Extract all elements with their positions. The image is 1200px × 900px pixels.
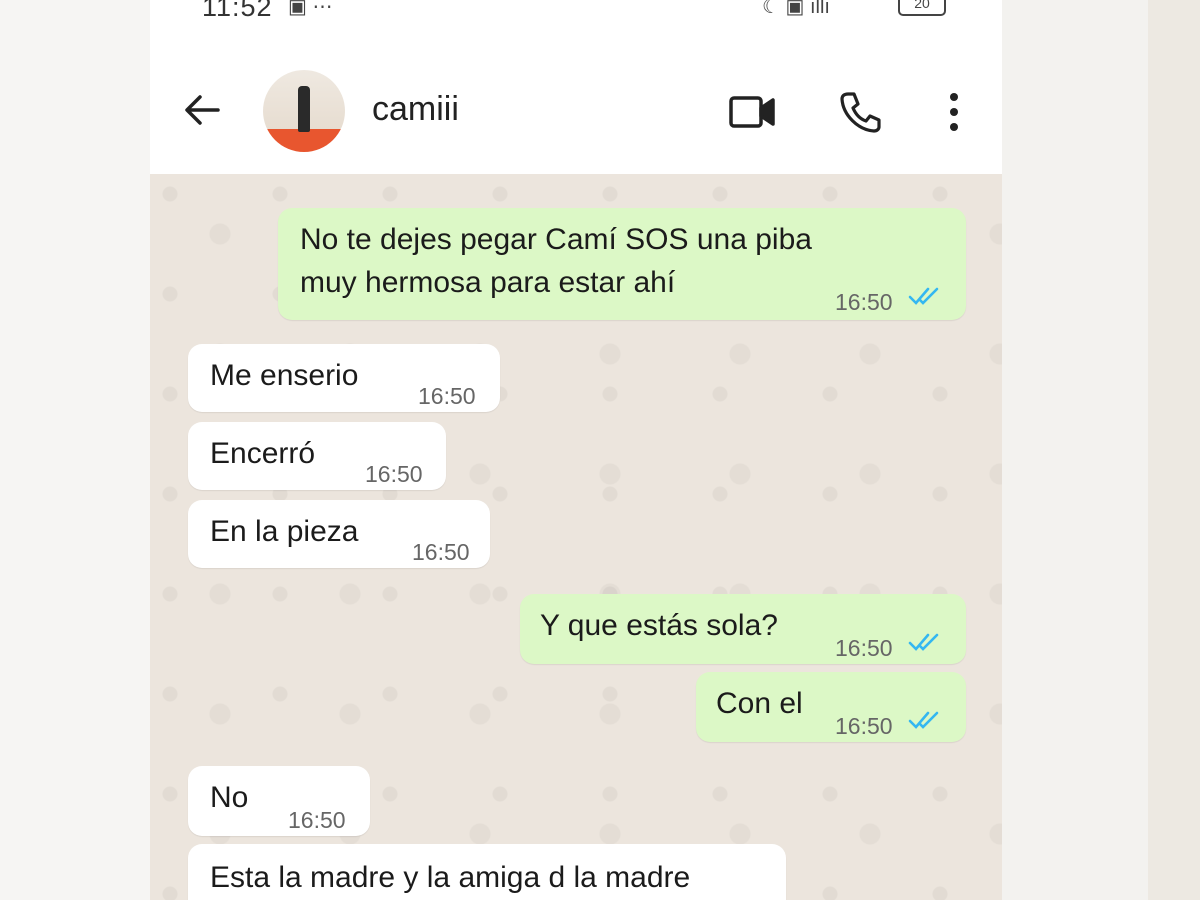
contact-avatar[interactable]: [263, 70, 345, 152]
message-text-line: No te dejes pegar Camí SOS una piba: [300, 223, 812, 256]
message-time: 16:50: [835, 713, 893, 739]
message-text: Con el: [716, 687, 803, 720]
contact-name[interactable]: camiii: [372, 90, 459, 129]
double-check-icon: [908, 287, 939, 305]
status-bar: 11:52 ▣ ⋯ ☾ ▣ ıllı 20: [150, 0, 1002, 24]
signal-icons: ☾ ▣ ıllı: [762, 0, 830, 18]
message-bubble-incoming[interactable]: Esta la madre y la amiga d la madre: [188, 844, 786, 900]
chat-header: camiii: [150, 50, 1002, 174]
double-check-icon: [908, 633, 939, 651]
more-options-icon[interactable]: [928, 86, 980, 138]
message-text: Encerró: [210, 437, 316, 470]
message-bubble-incoming[interactable]: Me enserio 16:50: [188, 344, 500, 412]
message-text-line: muy hermosa para estar ahí: [300, 266, 676, 299]
chat-area: No te dejes pegar Camí SOS una piba muy …: [150, 174, 1002, 900]
message-text: No: [210, 781, 249, 814]
message-time: 16:50: [288, 807, 346, 833]
message-bubble-outgoing[interactable]: Y que estás sola? 16:50: [520, 594, 966, 664]
message-time: 16:50: [365, 461, 423, 487]
status-time: 11:52: [202, 0, 273, 22]
message-bubble-outgoing[interactable]: Con el 16:50: [696, 672, 966, 742]
background-left: [0, 0, 150, 900]
avatar-figure: [298, 86, 310, 132]
message-time: 16:50: [835, 289, 893, 315]
message-text: Y que estás sola?: [540, 609, 778, 642]
background-right: [1148, 0, 1200, 900]
video-call-icon[interactable]: [726, 86, 778, 138]
battery-indicator: 20: [898, 0, 946, 16]
message-text: En la pieza: [210, 515, 359, 548]
message-bubble-incoming[interactable]: No 16:50: [188, 766, 370, 836]
back-arrow-icon[interactable]: [180, 88, 224, 132]
phone-screen: 11:52 ▣ ⋯ ☾ ▣ ıllı 20 camiii No te dejes…: [150, 0, 1002, 900]
message-time: 16:50: [835, 635, 893, 661]
phone-call-icon[interactable]: [834, 86, 886, 138]
message-bubble-incoming[interactable]: En la pieza 16:50: [188, 500, 490, 568]
message-time: 16:50: [418, 383, 476, 409]
message-bubble-incoming[interactable]: Encerró 16:50: [188, 422, 446, 490]
message-text: Esta la madre y la amiga d la madre: [210, 861, 691, 894]
double-check-icon: [908, 711, 939, 729]
notification-icon: ▣ ⋯: [288, 0, 333, 18]
message-text: Me enserio: [210, 359, 359, 392]
message-bubble-outgoing[interactable]: No te dejes pegar Camí SOS una piba muy …: [278, 208, 966, 320]
message-time: 16:50: [412, 539, 470, 565]
